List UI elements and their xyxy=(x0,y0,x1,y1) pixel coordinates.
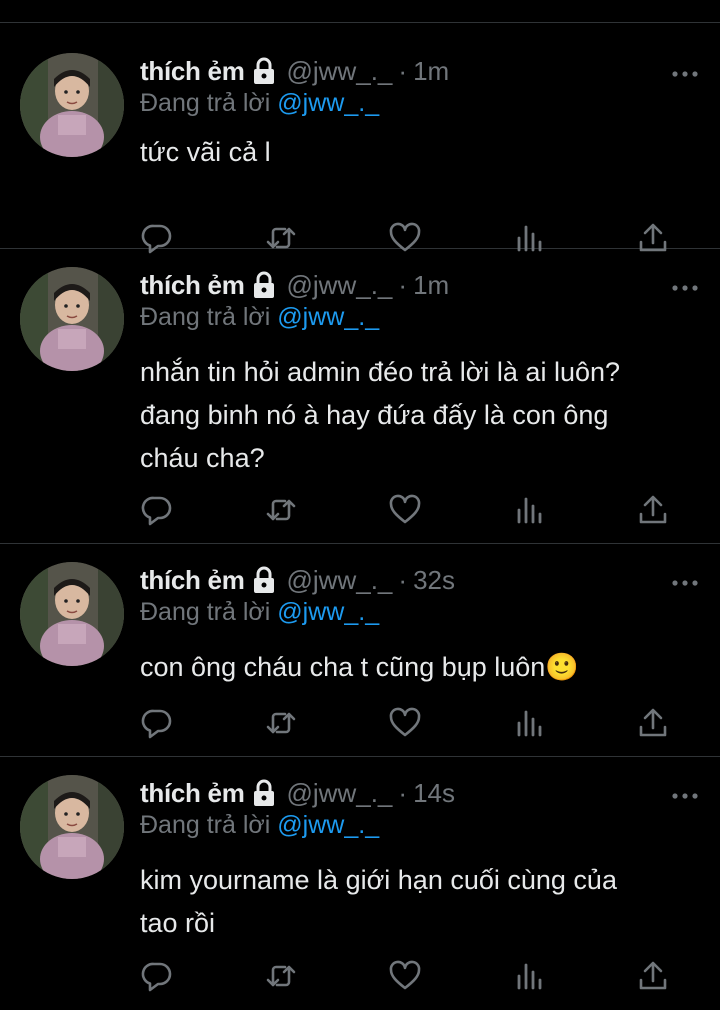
separator-dot: · xyxy=(398,55,408,86)
tweet[interactable]: thích ẻm @jww_._ · 1m Đang trả lời @jww_… xyxy=(0,23,720,254)
share-icon[interactable] xyxy=(636,959,670,993)
reply-mention[interactable]: @jww_._ xyxy=(277,303,379,331)
analytics-icon[interactable] xyxy=(512,706,546,740)
tweet-text: con ông cháu cha t cũng bụp luôn🙂 xyxy=(140,646,685,689)
tweet-header: thích ẻm @jww_._ · 14s xyxy=(140,775,455,811)
reply-mention[interactable]: @jww_._ xyxy=(277,811,379,839)
avatar[interactable] xyxy=(20,53,124,157)
tweet-content: thích ẻm @jww_._ · 14s Đang trả lời @jww… xyxy=(140,775,700,1010)
lock-icon xyxy=(251,271,277,299)
more-dots-icon[interactable] xyxy=(670,67,700,79)
reply-prefix: Đang trả lời xyxy=(140,598,271,626)
display-name[interactable]: thích ẻm xyxy=(140,56,245,87)
tweet-text-line: đang binh nó à hay đứa đấy là con ông xyxy=(140,400,609,430)
username-handle[interactable]: @jww_._ xyxy=(287,565,393,596)
timestamp[interactable]: 1m xyxy=(413,270,449,301)
tweet-text-line: kim yourname là giới hạn cuối cùng của xyxy=(140,865,617,895)
reply-prefix: Đang trả lời xyxy=(140,89,271,117)
timestamp[interactable]: 32s xyxy=(413,565,455,596)
avatar[interactable] xyxy=(20,562,124,666)
retweet-icon[interactable] xyxy=(264,706,298,740)
reply-context: Đang trả lời @jww_._ xyxy=(140,303,379,332)
tweet-header: thích ẻm @jww_._ · 1m xyxy=(140,53,449,89)
reply-icon[interactable] xyxy=(140,706,174,740)
more-dots-icon[interactable] xyxy=(670,789,700,801)
reply-icon[interactable] xyxy=(140,959,174,993)
tweet[interactable]: thích ẻm @jww_._ · 14s Đang trả lời @jww… xyxy=(0,757,720,1010)
reply-context: Đang trả lời @jww_._ xyxy=(140,811,379,840)
reply-icon[interactable] xyxy=(140,493,174,527)
tweet-text: tức vãi cả l xyxy=(140,131,685,174)
lock-icon xyxy=(251,57,277,85)
analytics-icon[interactable] xyxy=(512,493,546,527)
retweet-icon[interactable] xyxy=(264,493,298,527)
separator-dot: · xyxy=(398,269,408,300)
timestamp[interactable]: 1m xyxy=(413,56,449,87)
lock-icon xyxy=(251,566,277,594)
avatar[interactable] xyxy=(20,775,124,879)
tweet-actions xyxy=(140,706,685,746)
retweet-icon[interactable] xyxy=(264,959,298,993)
analytics-icon[interactable] xyxy=(512,959,546,993)
tweet-text: kim yourname là giới hạn cuối cùng của t… xyxy=(140,859,685,945)
tweet-text-line: tức vãi cả l xyxy=(140,137,271,167)
reply-context: Đang trả lời @jww_._ xyxy=(140,89,379,118)
tweet-actions xyxy=(140,493,685,533)
timestamp[interactable]: 14s xyxy=(413,778,455,809)
tweet-actions xyxy=(140,959,685,999)
tweet[interactable]: thích ẻm @jww_._ · 1m Đang trả lời @jww_… xyxy=(0,249,720,544)
tweet-content: thích ẻm @jww_._ · 1m Đang trả lời @jww_… xyxy=(140,267,700,544)
heart-icon[interactable] xyxy=(388,706,422,740)
username-handle[interactable]: @jww_._ xyxy=(287,56,393,87)
reply-mention[interactable]: @jww_._ xyxy=(277,598,379,626)
reply-mention[interactable]: @jww_._ xyxy=(277,89,379,117)
more-dots-icon[interactable] xyxy=(670,576,700,588)
reply-prefix: Đang trả lời xyxy=(140,303,271,331)
separator-dot: · xyxy=(398,564,408,595)
display-name[interactable]: thích ẻm xyxy=(140,565,245,596)
heart-icon[interactable] xyxy=(388,493,422,527)
tweet-text-line: nhắn tin hỏi admin đéo trả lời là ai luô… xyxy=(140,357,621,387)
tweet-text-line: cháu cha? xyxy=(140,443,265,473)
tweet-text-line: con ông cháu cha t cũng bụp luôn🙂 xyxy=(140,652,579,682)
tweet-header: thích ẻm @jww_._ · 32s xyxy=(140,562,455,598)
tweet-text-line: tao rồi xyxy=(140,908,216,938)
avatar[interactable] xyxy=(20,267,124,371)
username-handle[interactable]: @jww_._ xyxy=(287,778,393,809)
reply-prefix: Đang trả lời xyxy=(140,811,271,839)
tweet[interactable]: thích ẻm @jww_._ · 32s Đang trả lời @jww… xyxy=(0,544,720,757)
reply-context: Đang trả lời @jww_._ xyxy=(140,598,379,627)
tweet-text: nhắn tin hỏi admin đéo trả lời là ai luô… xyxy=(140,351,685,480)
tweet-content: thích ẻm @jww_._ · 1m Đang trả lời @jww_… xyxy=(140,53,700,254)
lock-icon xyxy=(251,779,277,807)
tweet-content: thích ẻm @jww_._ · 32s Đang trả lời @jww… xyxy=(140,562,700,757)
heart-icon[interactable] xyxy=(388,959,422,993)
separator-dot: · xyxy=(398,777,408,808)
username-handle[interactable]: @jww_._ xyxy=(287,270,393,301)
tweet-header: thích ẻm @jww_._ · 1m xyxy=(140,267,449,303)
display-name[interactable]: thích ẻm xyxy=(140,270,245,301)
display-name[interactable]: thích ẻm xyxy=(140,778,245,809)
share-icon[interactable] xyxy=(636,493,670,527)
more-dots-icon[interactable] xyxy=(670,281,700,293)
share-icon[interactable] xyxy=(636,706,670,740)
